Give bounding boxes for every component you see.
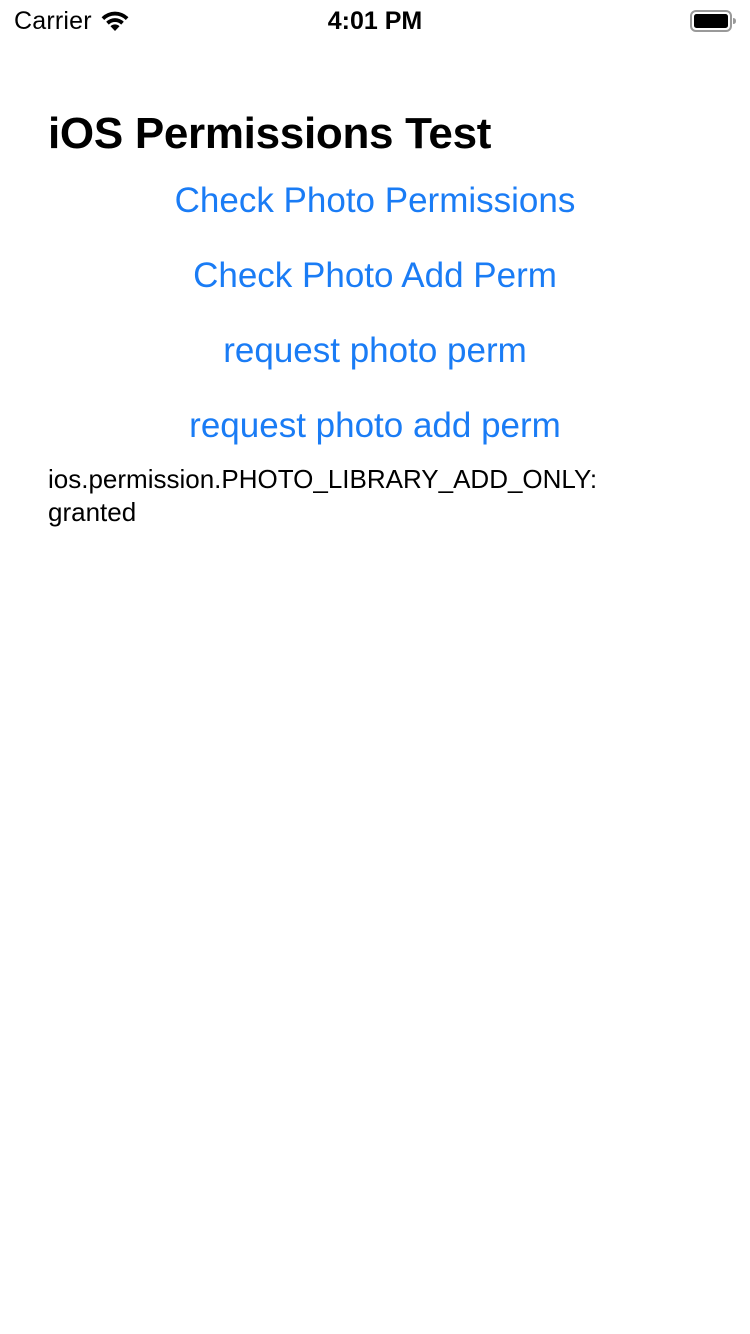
request-photo-perm-button[interactable]: request photo perm — [0, 329, 750, 373]
check-photo-add-perm-button[interactable]: Check Photo Add Perm — [0, 254, 750, 298]
page-title: iOS Permissions Test — [48, 109, 492, 158]
request-photo-add-perm-button[interactable]: request photo add perm — [0, 404, 750, 448]
status-time: 4:01 PM — [327, 7, 423, 35]
permission-result-text: ios.permission.PHOTO_LIBRARY_ADD_ONLY: g… — [48, 464, 598, 527]
check-photo-permissions-button[interactable]: Check Photo Permissions — [0, 179, 750, 223]
battery-icon — [690, 10, 736, 32]
status-bar: Carrier 4:01 PM — [0, 0, 750, 40]
